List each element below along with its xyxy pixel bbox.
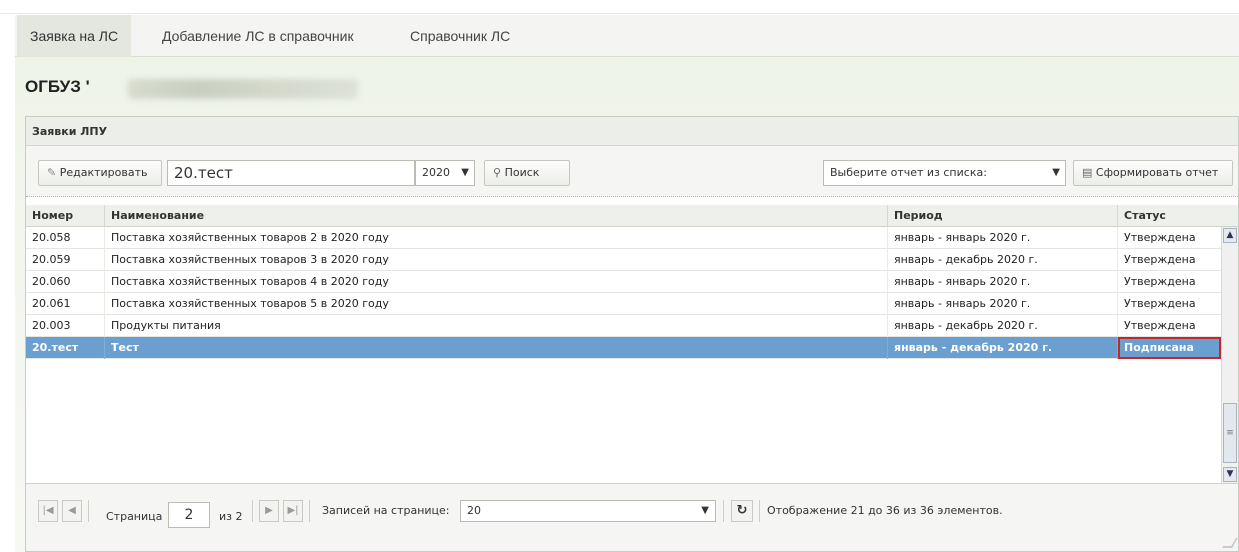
cell-name: Поставка хозяйственных товаров 4 в 2020 …: [105, 271, 888, 293]
table-row[interactable]: 20.003 Продукты питания январь - декабрь…: [26, 315, 1221, 337]
pager: |◀ ◀ Страница 2 из 2 ▶ ▶| Записей на стр…: [26, 483, 1238, 551]
column-header-number[interactable]: Номер: [26, 205, 105, 227]
page-label: Страница: [106, 510, 163, 523]
pencil-icon: ✎: [47, 166, 57, 179]
cell-period: январь - декабрь 2020 г.: [888, 337, 1118, 359]
generate-report-label: Сформировать отчет: [1095, 166, 1219, 179]
tab-bar: Заявка на ЛС Добавление ЛС в справочник …: [15, 15, 1239, 57]
column-header-name[interactable]: Наименование: [105, 205, 888, 227]
search-icon: ⚲: [493, 166, 502, 179]
table-row[interactable]: 20.059 Поставка хозяйственных товаров 3 …: [26, 249, 1221, 271]
edit-button-label: Редактировать: [59, 166, 148, 179]
tab-request[interactable]: Заявка на ЛС: [17, 15, 132, 57]
cell-status-highlighted: Подписана: [1118, 337, 1221, 359]
cell-status: Утверждена: [1124, 319, 1196, 332]
cell-name: Тест: [105, 337, 888, 359]
refresh-icon[interactable]: ↻: [731, 500, 753, 522]
app-container: Заявка на ЛС Добавление ЛС в справочник …: [15, 15, 1239, 552]
cell-number: 20.061: [26, 293, 105, 315]
dropdown-chevron-icon: ▼: [701, 505, 709, 516]
grid-body: 20.058 Поставка хозяйственных товаров 2 …: [26, 227, 1221, 483]
pager-divider: [759, 500, 760, 522]
cell-number: 20.003: [26, 315, 105, 337]
vertical-scrollbar[interactable]: ▲ ≡ ▼: [1221, 227, 1238, 483]
table-row[interactable]: 20.058 Поставка хозяйственных товаров 2 …: [26, 227, 1221, 249]
pager-divider: [252, 500, 253, 522]
cell-status: Утверждена: [1124, 231, 1196, 244]
scroll-thumb[interactable]: ≡: [1223, 403, 1237, 463]
scroll-down-icon[interactable]: ▼: [1223, 467, 1237, 482]
cell-number: 20.059: [26, 249, 105, 271]
cell-name: Продукты питания: [105, 315, 888, 337]
cell-name: Поставка хозяйственных товаров 5 в 2020 …: [105, 293, 888, 315]
generate-report-button[interactable]: ▤ Сформировать отчет: [1073, 160, 1233, 186]
org-title: ОГБУЗ ': [25, 77, 90, 96]
pager-divider: [723, 500, 724, 522]
org-name-redacted: [128, 79, 358, 99]
display-info: Отображение 21 до 36 из 36 элементов.: [767, 504, 1003, 517]
cell-status: Утверждена: [1124, 253, 1196, 266]
cell-status: Утверждена: [1124, 275, 1196, 288]
page-of-label: из 2: [219, 510, 243, 523]
scroll-up-icon[interactable]: ▲: [1223, 228, 1237, 243]
cell-number: 20.060: [26, 271, 105, 293]
pager-divider: [88, 500, 89, 522]
report-icon: ▤: [1082, 166, 1093, 179]
year-select[interactable]: 2020 ▼: [415, 160, 475, 186]
cell-name: Поставка хозяйственных товаров 2 в 2020 …: [105, 227, 888, 249]
cell-period: январь - декабрь 2020 г.: [888, 249, 1118, 271]
search-input[interactable]: 20.тест: [167, 160, 415, 186]
last-page-icon[interactable]: ▶|: [283, 500, 303, 522]
cell-period: январь - январь 2020 г.: [888, 271, 1118, 293]
panel-title: Заявки ЛПУ: [26, 117, 1238, 146]
page-number-input[interactable]: 2: [168, 502, 210, 528]
per-page-label: Записей на странице:: [322, 504, 450, 517]
dropdown-chevron-icon: ▼: [461, 167, 469, 178]
cell-name: Поставка хозяйственных товаров 3 в 2020 …: [105, 249, 888, 271]
pager-divider: [309, 500, 310, 522]
per-page-select[interactable]: 20 ▼: [460, 500, 716, 522]
cell-number: 20.058: [26, 227, 105, 249]
cell-period: январь - январь 2020 г.: [888, 293, 1118, 315]
toolbar: ✎ Редактировать 20.тест 2020 ▼ ⚲ Поиск В…: [26, 146, 1238, 197]
cell-period: январь - декабрь 2020 г.: [888, 315, 1118, 337]
grid-header: Номер Наименование Период Статус: [26, 205, 1238, 227]
top-strip: [0, 0, 1239, 14]
table-row[interactable]: 20.060 Поставка хозяйственных товаров 4 …: [26, 271, 1221, 293]
search-button[interactable]: ⚲ Поиск: [484, 160, 570, 186]
requests-panel: Заявки ЛПУ ✎ Редактировать 20.тест 2020 …: [25, 116, 1239, 552]
resize-grip-icon[interactable]: [1222, 538, 1238, 548]
cell-period: январь - январь 2020 г.: [888, 227, 1118, 249]
column-header-period[interactable]: Период: [888, 205, 1118, 227]
column-header-status[interactable]: Статус: [1118, 205, 1238, 227]
year-value: 2020: [422, 166, 450, 179]
first-page-icon[interactable]: |◀: [38, 500, 58, 522]
report-select-placeholder: Выберите отчет из списка:: [830, 166, 987, 179]
tab-add-to-directory[interactable]: Добавление ЛС в справочник: [149, 15, 367, 57]
tab-directory[interactable]: Справочник ЛС: [397, 15, 523, 57]
search-button-label: Поиск: [504, 166, 540, 179]
edit-button[interactable]: ✎ Редактировать: [38, 160, 162, 186]
dropdown-chevron-icon: ▼: [1052, 167, 1060, 178]
report-select[interactable]: Выберите отчет из списка: ▼: [823, 160, 1066, 186]
prev-page-icon[interactable]: ◀: [62, 500, 82, 522]
next-page-icon[interactable]: ▶: [259, 500, 279, 522]
per-page-value: 20: [467, 504, 481, 517]
cell-number: 20.тест: [26, 337, 105, 359]
table-row-selected[interactable]: 20.тест Тест январь - декабрь 2020 г. По…: [26, 337, 1221, 359]
table-row[interactable]: 20.061 Поставка хозяйственных товаров 5 …: [26, 293, 1221, 315]
cell-status: Утверждена: [1124, 297, 1196, 310]
